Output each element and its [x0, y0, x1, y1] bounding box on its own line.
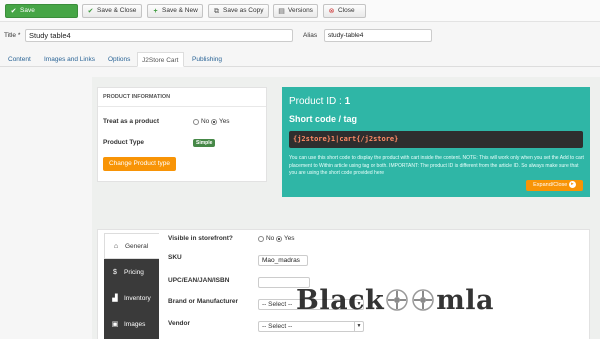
product-sidebar: ⌂ General $ Pricing ▟ Inventory ▣ Images [104, 233, 159, 339]
tab-images-links[interactable]: Images and Links [40, 52, 99, 67]
title-input[interactable]: Study table4 [25, 29, 293, 42]
arrow-right-icon: ▸ [568, 181, 576, 189]
plus-icon: + [153, 7, 158, 15]
save-close-label: Save & Close [97, 7, 137, 14]
chart-icon: ▟ [112, 295, 118, 302]
shortcode-note: You can use this short code to display t… [289, 155, 584, 176]
radio-no-label: No [200, 118, 210, 125]
product-id-label: Product ID : [289, 96, 342, 107]
side-tab-label: Inventory [124, 294, 151, 302]
vendor-select-value: -- Select -- [262, 323, 293, 330]
alias-label: Alias [303, 32, 318, 39]
watermark-text-left: Black [296, 284, 385, 316]
treat-no-option[interactable]: No [193, 118, 209, 125]
side-tab-label: Pricing [124, 268, 144, 276]
save-label: Save [20, 7, 35, 14]
save-new-label: Save & New [162, 7, 198, 14]
versions-button[interactable]: ▤ Versions [273, 4, 318, 18]
save-button[interactable]: ✔ Save [5, 4, 78, 18]
brand-select-value: -- Select -- [262, 301, 293, 308]
tab-options[interactable]: Options [104, 52, 134, 67]
versions-label: Versions [288, 7, 313, 14]
change-product-type-button[interactable]: Change Product type [103, 157, 176, 171]
vendor-select[interactable]: -- Select -- ▼ [258, 321, 364, 332]
joomla-logo-icon [412, 289, 434, 311]
side-tab-pricing[interactable]: $ Pricing [104, 259, 159, 285]
save-new-button[interactable]: + Save & New [147, 4, 203, 18]
check-icon: ✔ [10, 7, 17, 15]
shortcode-panel: Product ID : 1 Short code / tag {j2store… [282, 87, 590, 197]
treat-as-product-label: Treat as a product [103, 118, 159, 125]
radio-no-label: No [265, 235, 275, 242]
image-icon: ▣ [111, 321, 119, 328]
watermark-text-right: mla [436, 284, 495, 316]
watermark: Black mla [296, 282, 494, 318]
side-tab-label: General [125, 242, 149, 250]
visible-label: Visible in storefront? [168, 235, 233, 242]
save-copy-button[interactable]: ⧉ Save as Copy [208, 4, 269, 18]
save-close-button[interactable]: ✔ Save & Close [82, 4, 142, 18]
close-icon: ⊗ [328, 7, 335, 15]
side-tab-general[interactable]: ⌂ General [104, 233, 159, 259]
tab-content[interactable]: Content [4, 52, 35, 67]
archive-icon: ▤ [278, 7, 285, 15]
shortcode-box[interactable]: {j2store}1|cart{/j2store} [289, 131, 583, 148]
expand-close-button[interactable]: Expand/Close ▸ [526, 180, 583, 191]
visible-no-option[interactable]: No [258, 235, 274, 242]
article-tabs: Content Images and Links Options J2Store… [0, 52, 600, 67]
visible-yes-option[interactable]: Yes [276, 235, 295, 242]
sku-label: SKU [168, 254, 182, 261]
radio-no[interactable] [258, 235, 264, 242]
product-id-value: 1 [344, 96, 351, 107]
radio-yes[interactable] [276, 235, 282, 242]
radio-no[interactable] [193, 118, 199, 125]
close-button[interactable]: ⊗ Close [323, 4, 366, 18]
brand-label: Brand or Manufacturer [168, 298, 239, 305]
treat-yes-option[interactable]: Yes [211, 118, 230, 125]
tab-j2store-cart[interactable]: J2Store Cart [137, 52, 184, 67]
joomla-logo-icon [386, 289, 408, 311]
alias-input[interactable]: study-table4 [324, 29, 432, 42]
dollar-icon: $ [113, 268, 117, 276]
product-id: Product ID : 1 [289, 96, 350, 107]
side-tab-images[interactable]: ▣ Images [104, 311, 159, 337]
expand-close-label: Expand/Close [533, 182, 568, 188]
title-label: Title * [4, 32, 21, 39]
toolbar: ✔ Save ✔ Save & Close + Save & New ⧉ Sav… [0, 0, 600, 22]
close-label: Close [338, 7, 355, 14]
panel-heading: PRODUCT INFORMATION [98, 88, 266, 107]
tab-publishing[interactable]: Publishing [188, 52, 226, 67]
upc-label: UPC/EAN/JAN/ISBN [168, 277, 230, 284]
home-icon: ⌂ [113, 242, 119, 250]
save-copy-label: Save as Copy [223, 7, 264, 14]
product-type-badge: Simple [193, 139, 216, 147]
side-tab-label: Images [124, 320, 146, 328]
sku-input[interactable]: Mao_madras [258, 255, 308, 266]
copy-icon: ⧉ [214, 7, 219, 15]
product-type-label: Product Type [103, 139, 145, 146]
check-icon: ✔ [87, 7, 94, 15]
radio-yes-label: Yes [283, 235, 295, 242]
vendor-label: Vendor [168, 320, 191, 327]
shortcode-title: Short code / tag [289, 114, 358, 124]
radio-yes-label: Yes [218, 118, 230, 125]
radio-yes[interactable] [211, 118, 217, 125]
chevron-down-icon: ▼ [354, 322, 363, 331]
side-tab-inventory[interactable]: ▟ Inventory [104, 285, 159, 311]
